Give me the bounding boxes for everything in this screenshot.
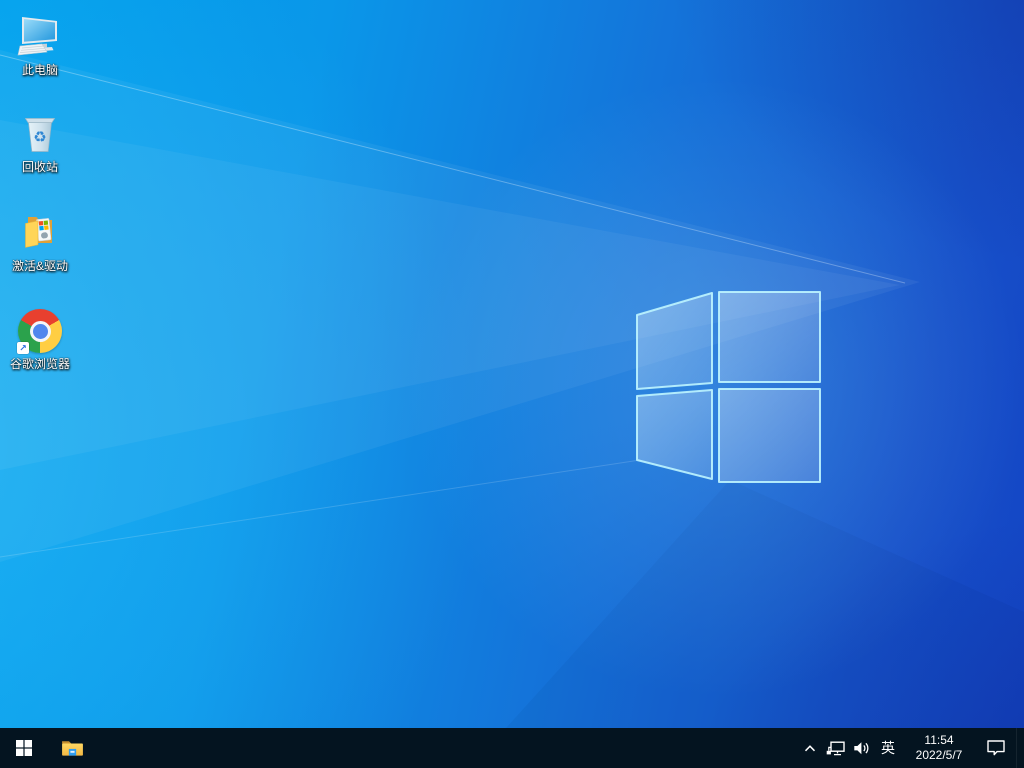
clock-date: 2022/5/7 (915, 748, 963, 762)
recycle-bin-icon: ♻ (16, 109, 64, 157)
monitor-keyboard-icon (16, 12, 64, 60)
network-tray-button[interactable] (822, 728, 848, 768)
show-desktop-button[interactable] (1016, 728, 1024, 768)
file-explorer-button[interactable] (48, 728, 96, 768)
chrome-blue-center (32, 323, 48, 339)
wallpaper-light-rays (0, 50, 1024, 768)
volume-tray-button[interactable] (848, 728, 874, 768)
clock-time: 11:54 (924, 733, 954, 747)
desktop-icon-label: 回收站 (21, 160, 58, 174)
windows-start-icon (16, 740, 32, 756)
chrome-icon: ↗ (16, 306, 64, 354)
open-folder-windows-icon (16, 208, 64, 256)
desktop-icon-google-chrome[interactable]: ↗ 谷歌浏览器 (2, 306, 78, 398)
desktop-icon-label: 此电脑 (21, 63, 58, 77)
chevron-up-icon (804, 744, 816, 751)
clock[interactable]: 11:54 2022/5/7 (902, 728, 976, 768)
desktop: 此电脑 ♻ 回收站 激活&驱动 ↗ 谷歌浏览器 英 11:54 2022/5/7 (0, 0, 1024, 768)
action-center-button[interactable] (976, 728, 1016, 768)
desktop-icon-this-pc[interactable]: 此电脑 (2, 12, 78, 104)
shortcut-arrow-icon: ↗ (17, 342, 29, 354)
wallpaper (0, 0, 1024, 768)
desktop-icon-label: 激活&驱动 (11, 259, 68, 273)
show-hidden-icons-button[interactable] (798, 728, 822, 768)
taskbar: 英 11:54 2022/5/7 (0, 728, 1024, 768)
file-explorer-icon (61, 740, 83, 756)
svg-text:♻: ♻ (33, 128, 46, 146)
taskbar-empty-area[interactable] (96, 728, 798, 768)
ethernet-icon (826, 741, 845, 755)
desktop-icon-recycle-bin[interactable]: ♻ 回收站 (2, 109, 78, 201)
action-center-icon (987, 740, 1005, 756)
language-indicator[interactable]: 英 (874, 728, 902, 768)
desktop-icon-activation-drivers[interactable]: 激活&驱动 (2, 208, 78, 300)
desktop-icon-label: 谷歌浏览器 (9, 357, 70, 371)
start-button[interactable] (0, 728, 48, 768)
speaker-icon (853, 741, 868, 754)
